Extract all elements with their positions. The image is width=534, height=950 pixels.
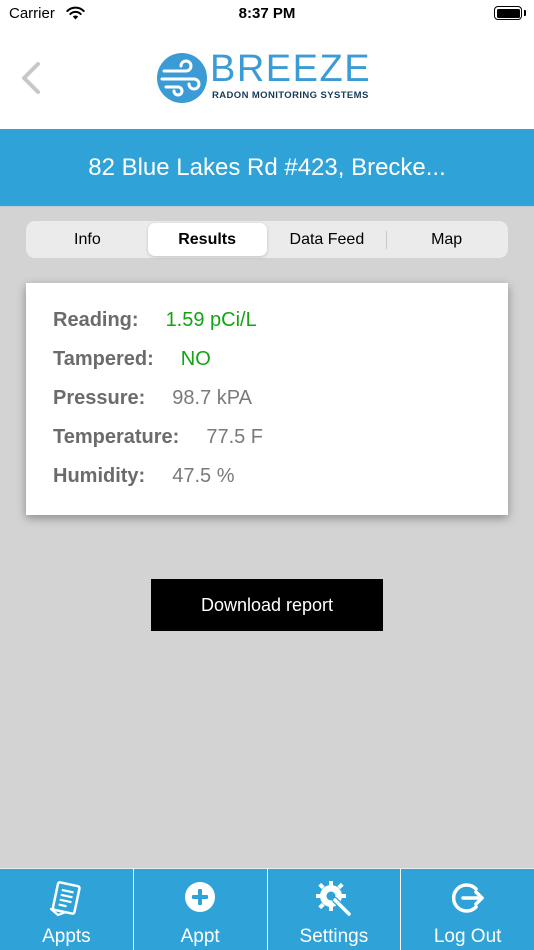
reading-row: Reading: 1.59 pCi/L	[53, 309, 508, 348]
logout-icon	[451, 883, 484, 913]
tabbar-item-appt[interactable]: Appt	[132, 869, 267, 950]
tampered-label: Tampered:	[53, 348, 154, 370]
settings-gear-wrench-icon	[315, 881, 352, 917]
tabbar-item-settings[interactable]: Settings	[266, 869, 401, 950]
battery-nub	[524, 10, 526, 16]
temperature-row: Temperature: 77.5 F	[53, 426, 508, 465]
status-bar: Carrier 8:37 PM	[0, 0, 534, 30]
pressure-value: 98.7 kPA	[172, 387, 252, 409]
breeze-logo: BREEZE RADON MONITORING SYSTEMS	[156, 48, 380, 106]
add-circle-icon	[185, 882, 216, 912]
tab-data-feed[interactable]: Data Feed	[268, 223, 387, 256]
battery-icon	[494, 6, 522, 20]
bottom-tab-bar: Appts Appt Settings Log Out	[0, 868, 534, 950]
pressure-label: Pressure:	[53, 387, 146, 409]
results-card: Reading: 1.59 pCi/L Tampered: NO Pressur…	[26, 283, 508, 515]
temperature-label: Temperature:	[53, 426, 180, 448]
wind-logo-icon	[157, 53, 207, 103]
tampered-row: Tampered: NO	[53, 348, 508, 387]
tabbar-label-settings: Settings	[299, 926, 369, 947]
tabbar-label-appts: Appts	[42, 926, 91, 947]
download-report-button[interactable]: Download report	[151, 579, 383, 631]
logo-wordmark: BREEZE	[210, 48, 372, 90]
pressure-row: Pressure: 98.7 kPA	[53, 387, 508, 426]
tampered-value: NO	[180, 348, 211, 370]
app-header: BREEZE RADON MONITORING SYSTEMS	[0, 30, 534, 129]
clock: 8:37 PM	[238, 5, 296, 22]
tabbar-label-logout: Log Out	[433, 926, 502, 947]
tabbar-item-logout[interactable]: Log Out	[400, 869, 534, 950]
appointments-list-icon	[50, 881, 82, 917]
tab-info[interactable]: Info	[28, 223, 147, 256]
humidity-row: Humidity: 47.5 %	[53, 465, 508, 504]
chevron-left-icon	[22, 62, 40, 94]
segmented-tabs: Info Results Data Feed Map	[26, 221, 508, 258]
logo-subtitle: RADON MONITORING SYSTEMS	[212, 90, 369, 101]
temperature-value: 77.5 F	[206, 426, 264, 448]
address-title: 82 Blue Lakes Rd #423, Brecke...	[0, 129, 534, 207]
tab-results[interactable]: Results	[147, 223, 267, 256]
humidity-value: 47.5 %	[172, 465, 235, 487]
tabbar-item-appts[interactable]: Appts	[0, 869, 133, 950]
reading-label: Reading:	[53, 309, 139, 331]
reading-value: 1.59 pCi/L	[165, 309, 257, 331]
tabbar-label-appt: Appt	[180, 926, 220, 947]
tab-map[interactable]: Map	[387, 223, 506, 256]
back-button[interactable]	[16, 58, 46, 98]
humidity-label: Humidity:	[53, 465, 146, 487]
